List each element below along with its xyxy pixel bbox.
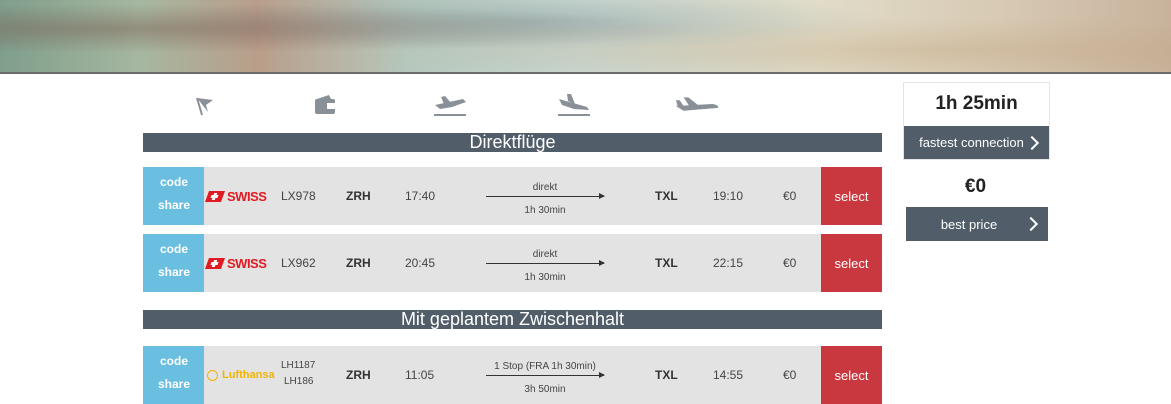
chevron-right-icon	[1023, 216, 1039, 232]
airline-logo: Lufthansa	[207, 346, 275, 404]
codeshare-label: share	[158, 377, 191, 391]
departure-time: 11:05	[405, 368, 435, 382]
select-button[interactable]: select	[821, 234, 882, 292]
chevron-right-icon	[1024, 135, 1040, 150]
lufthansa-crane-icon	[207, 369, 218, 381]
destination-code: TXL	[655, 368, 678, 382]
airline-name: SWISS	[227, 188, 267, 204]
filter-icon-row	[143, 88, 882, 122]
flight-number: LH186	[284, 376, 314, 387]
route-arrow-icon	[486, 193, 605, 199]
origin-code: ZRH	[346, 256, 371, 270]
departure-time: 20:45	[405, 256, 436, 270]
select-button[interactable]: select	[821, 167, 882, 225]
best-price-button[interactable]: best price	[906, 207, 1048, 241]
origin-code: ZRH	[346, 368, 371, 382]
section-header-direct: Direktflüge	[143, 133, 882, 152]
fastest-connection-card: 1h 25min fastest connection	[903, 82, 1050, 160]
airline-logo: SWISS	[204, 234, 267, 292]
codeshare-badge: code share	[143, 234, 204, 292]
section-header-stopover: Mit geplantem Zwischenhalt	[143, 310, 882, 329]
flight-number: LX978	[281, 189, 316, 203]
plane-landing-icon[interactable]	[551, 88, 597, 122]
codeshare-badge: code share	[143, 167, 204, 225]
departure-time: 17:40	[405, 189, 436, 203]
codeshare-label: code	[160, 175, 189, 189]
plane-icon[interactable]	[674, 88, 720, 122]
price: €0	[783, 189, 797, 203]
plane-takeoff-icon[interactable]	[427, 88, 473, 122]
hero-banner	[0, 0, 1171, 74]
codeshare-label: code	[160, 354, 189, 368]
fastest-connection-button[interactable]: fastest connection	[904, 126, 1049, 159]
best-price-label: best price	[940, 216, 998, 232]
route-arrow-icon	[486, 372, 605, 378]
codeshare-label: share	[158, 265, 191, 279]
route-type: direkt	[532, 182, 558, 193]
price: €0	[783, 368, 797, 382]
flight-row: code share Lufthansa LH1187 LH186 ZRH 11…	[143, 346, 882, 404]
origin-code: ZRH	[346, 189, 371, 203]
destination-code: TXL	[655, 189, 678, 203]
codeshare-label: code	[160, 242, 189, 256]
arrival-time: 14:55	[713, 368, 744, 382]
flight-row: code share SWISS LX962 ZRH 20:45 direkt …	[143, 234, 882, 292]
airline-name: Lufthansa	[222, 369, 275, 381]
swiss-flag-icon	[204, 257, 226, 269]
price: €0	[783, 256, 797, 270]
duration: 3h 50min	[524, 384, 566, 395]
arrival-time: 19:10	[713, 189, 744, 203]
flight-row: code share SWISS LX978 ZRH 17:40 direkt …	[143, 167, 882, 225]
route-arrow-icon	[486, 260, 605, 266]
best-price-value: €0	[964, 176, 987, 197]
route-type: 1 Stop (FRA 1h 30min)	[494, 361, 596, 372]
flight-number: LX962	[281, 256, 316, 270]
airline-logo: SWISS	[204, 167, 267, 225]
best-price-card: €0 best price	[903, 164, 1048, 241]
arrival-time: 22:15	[713, 256, 744, 270]
select-button[interactable]: select	[821, 346, 882, 404]
fastest-duration: 1h 25min	[935, 93, 1018, 114]
flight-number: LH1187	[281, 360, 316, 371]
flag-icon[interactable]	[182, 88, 228, 122]
route-type: direkt	[532, 249, 558, 260]
duration: 1h 30min	[524, 205, 566, 216]
wallet-icon[interactable]	[303, 88, 349, 122]
swiss-flag-icon	[204, 190, 226, 202]
codeshare-badge: code share	[143, 346, 204, 404]
fastest-connection-label: fastest connection	[919, 135, 1024, 150]
destination-code: TXL	[655, 256, 678, 270]
airline-name: SWISS	[227, 255, 267, 271]
codeshare-label: share	[158, 198, 191, 212]
duration: 1h 30min	[524, 272, 566, 283]
